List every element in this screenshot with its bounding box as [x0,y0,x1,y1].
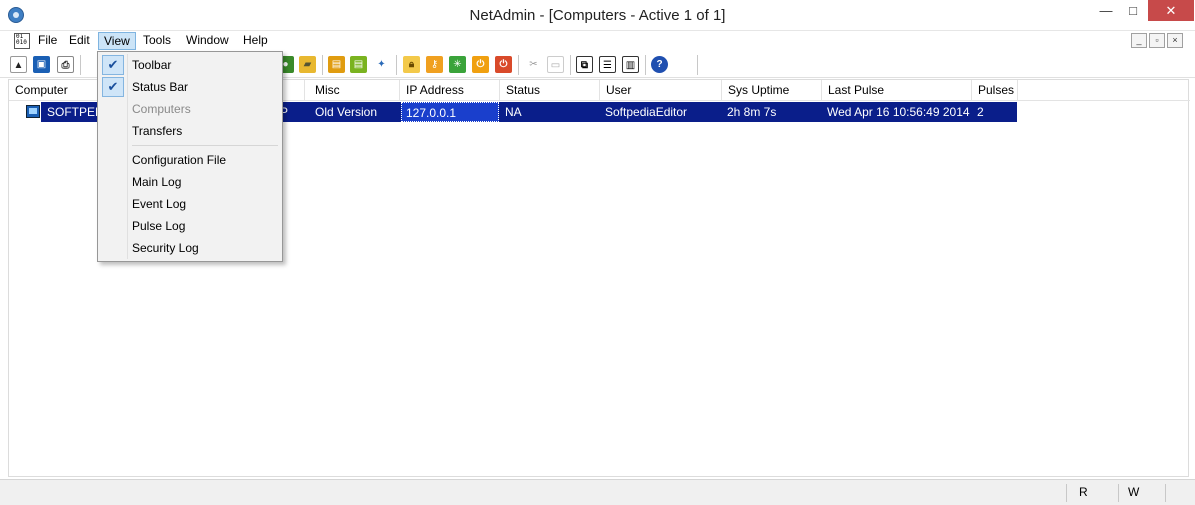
menu-tools[interactable]: Tools [138,32,176,50]
document-icon[interactable]: 01 010 [14,33,30,49]
tile-vertical-icon[interactable]: ▥ [622,56,639,73]
menu-bar: 01 010 File Edit View Tools Window Help … [0,31,1195,51]
toolbar-separator [396,55,397,75]
menu-help[interactable]: Help [238,32,273,50]
wizard-icon[interactable]: ✦ [373,56,390,73]
view-menu-pulse-log[interactable]: Pulse Log [100,215,280,237]
menu-file[interactable]: File [33,32,62,50]
lock-icon[interactable]: 🔒︎ [403,56,420,73]
menu-item-label: Main Log [132,175,182,189]
computer-icon [26,105,40,118]
view-menu-main-log[interactable]: Main Log [100,171,280,193]
view-menu-toolbar[interactable]: ✔ Toolbar [100,54,280,76]
column-header-sys-uptime[interactable]: Sys Uptime [722,80,822,100]
column-header-pulses[interactable]: Pulses [972,80,1018,100]
refresh-icon[interactable]: ✳ [449,56,466,73]
cell-ip-address: 127.0.0.1 [401,102,499,122]
column-header-last-pulse[interactable]: Last Pulse [822,80,972,100]
power-icon[interactable]: ⏻ [472,56,489,73]
mdi-minimize-button[interactable]: _ [1131,33,1147,48]
menu-item-label: Computers [132,102,191,116]
cell-misc: Old Version [315,105,378,119]
mdi-close-button[interactable]: × [1167,33,1183,48]
mdi-restore-button[interactable]: ▫ [1149,33,1165,48]
status-bar: R W [0,479,1195,505]
status-r-indicator: R [1079,485,1088,499]
computer-icon[interactable]: ▣ [33,56,50,73]
cell-user: SoftpediaEditor [605,105,688,119]
key-icon[interactable]: ⚷ [426,56,443,73]
view-menu-computers: Computers [100,98,280,120]
check-icon: ✔ [102,77,124,97]
cell-pulses: 2 [977,105,984,119]
cell-last-pulse: Wed Apr 16 10:56:49 2014 [827,105,970,119]
view-menu-event-log[interactable]: Event Log [100,193,280,215]
paste-icon[interactable]: ▭ [547,56,564,73]
toolbar-separator [518,55,519,75]
check-icon: ✔ [102,55,124,75]
card-icon[interactable]: ▤ [328,56,345,73]
close-button[interactable]: ✕ [1148,0,1194,21]
column-header-user[interactable]: User [600,80,722,100]
column-header-misc[interactable]: Misc [309,80,400,100]
menu-separator [132,145,278,146]
cascade-icon[interactable]: ⧉ [576,56,593,73]
maximize-button[interactable]: □ [1120,0,1146,21]
status-w-indicator: W [1128,485,1140,499]
menu-edit[interactable]: Edit [64,32,95,50]
column-header-ip-address[interactable]: IP Address [400,80,500,100]
menu-window[interactable]: Window [181,32,234,50]
scissors-icon[interactable]: ✂ [525,56,542,73]
shutdown-icon[interactable]: ⏻ [495,56,512,73]
status-divider [1165,484,1166,502]
status-divider [1066,484,1067,502]
cell-status: NA [505,105,522,119]
toolbar-separator [645,55,646,75]
menu-view[interactable]: View [98,32,136,50]
menu-item-label: Pulse Log [132,219,186,233]
menu-item-label: Toolbar [132,58,172,72]
toolbar-separator [80,55,81,75]
window-title: NetAdmin - [Computers - Active 1 of 1] [469,7,726,24]
menu-item-label: Event Log [132,197,187,211]
view-menu-security-log[interactable]: Security Log [100,237,280,259]
toolbar-separator [697,55,698,75]
menu-item-label: Configuration File [132,153,227,167]
card-green-icon[interactable]: ▤ [350,56,367,73]
minimize-button[interactable]: — [1093,0,1119,21]
help-icon[interactable]: ? [651,56,668,73]
title-bar: NetAdmin - [Computers - Active 1 of 1] —… [0,0,1195,31]
folder-icon[interactable]: ▰ [299,56,316,73]
view-menu-configuration-file[interactable]: Configuration File [100,149,280,171]
menu-item-label: Status Bar [132,80,189,94]
cell-sys-uptime: 2h 8m 7s [727,105,777,119]
column-header-status[interactable]: Status [500,80,600,100]
menu-item-label: Security Log [132,241,199,255]
print-icon[interactable]: ⎙ [57,56,74,73]
view-menu-status-bar[interactable]: ✔ Status Bar [100,76,280,98]
status-divider [1118,484,1119,502]
tree-icon[interactable]: ▲ [10,56,27,73]
view-menu-dropdown: ✔ Toolbar ✔ Status Bar Computers Transfe… [97,51,283,262]
toolbar-separator [322,55,323,75]
view-menu-transfers[interactable]: Transfers [100,120,280,142]
menu-item-label: Transfers [132,124,183,138]
toolbar-separator [570,55,571,75]
tile-horizontal-icon[interactable]: ☰ [599,56,616,73]
